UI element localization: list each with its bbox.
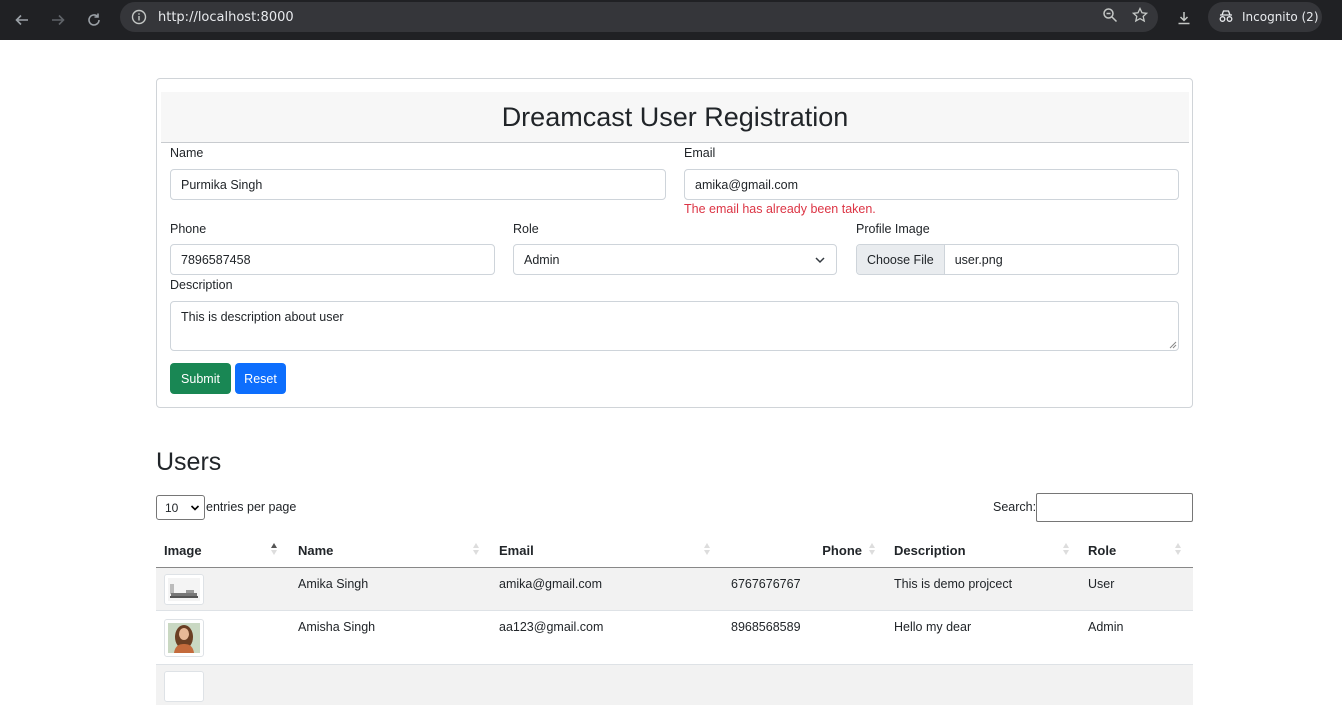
site-info-icon[interactable] xyxy=(124,9,154,25)
cell-phone: 6767676767 xyxy=(731,577,801,591)
cell-phone: 8968568589 xyxy=(731,620,801,634)
user-thumbnail xyxy=(164,574,204,605)
cell-description: Hello my dear xyxy=(894,620,972,634)
cell-email: amika@gmail.com xyxy=(499,577,602,591)
column-label: Email xyxy=(499,542,534,558)
phone-input[interactable]: 7896587458 xyxy=(170,244,495,275)
chevron-down-icon xyxy=(190,505,200,511)
cell-name: Amika Singh xyxy=(298,577,369,591)
description-textarea[interactable]: This is description about user xyxy=(170,301,1179,351)
column-header-role[interactable]: Role xyxy=(1088,533,1186,567)
thumbnail-landscape-icon xyxy=(168,578,200,601)
email-value: amika@gmail.com xyxy=(695,177,798,192)
column-label: Description xyxy=(894,542,966,558)
url-text: http://localhost:8000 xyxy=(158,9,294,25)
page-title: Dreamcast User Registration xyxy=(501,101,849,132)
column-label: Phone xyxy=(822,542,862,558)
cell-role: User xyxy=(1088,577,1115,591)
sort-icon xyxy=(473,543,479,555)
email-label: Email xyxy=(684,146,716,160)
profile-image-input[interactable]: Choose File user.png xyxy=(856,244,1179,275)
cell-name: Amisha Singh xyxy=(298,620,376,634)
name-input[interactable]: Purmika Singh xyxy=(170,169,666,200)
browser-toolbar: http://localhost:8000 Incognito (2) xyxy=(0,0,1342,40)
sort-icon xyxy=(869,543,875,555)
incognito-badge[interactable]: Incognito (2) xyxy=(1208,2,1322,32)
cell-email: aa123@gmail.com xyxy=(499,620,604,634)
column-header-email[interactable]: Email xyxy=(499,533,714,567)
description-value: This is description about user xyxy=(181,310,344,324)
sort-asc-icon xyxy=(271,543,277,555)
cell-description: This is demo projcect xyxy=(894,577,1013,591)
user-thumbnail xyxy=(164,671,204,702)
entries-per-page-select[interactable]: 10 xyxy=(156,495,205,520)
table-row[interactable]: Amisha Singh aa123@gmail.com 8968568589 … xyxy=(156,611,1193,665)
file-name: user.png xyxy=(954,252,1003,267)
sort-icon xyxy=(1063,543,1069,555)
column-label: Name xyxy=(298,542,334,558)
resize-grip-icon[interactable] xyxy=(1169,341,1177,349)
zoom-icon[interactable] xyxy=(1102,7,1118,27)
users-heading: Users xyxy=(156,448,222,476)
role-value: Admin xyxy=(524,252,560,267)
column-label: Role xyxy=(1088,542,1117,558)
choose-file-button[interactable]: Choose File xyxy=(857,245,945,274)
name-label: Name xyxy=(170,146,204,160)
column-header-phone[interactable]: Phone xyxy=(730,533,880,567)
column-header-description[interactable]: Description xyxy=(894,533,1074,567)
registration-card: Dreamcast User Registration Name Purmika… xyxy=(156,78,1193,408)
submit-button[interactable]: Submit xyxy=(170,363,231,394)
role-select[interactable]: Admin xyxy=(513,244,837,275)
table-row[interactable] xyxy=(156,665,1193,705)
per-page-label: entries per page xyxy=(206,500,297,514)
description-label: Description xyxy=(170,278,233,292)
sort-icon xyxy=(1175,543,1181,555)
name-value: Purmika Singh xyxy=(181,177,263,192)
email-input[interactable]: amika@gmail.com xyxy=(684,169,1179,200)
column-header-image[interactable]: Image xyxy=(164,533,282,567)
reset-button[interactable]: Reset xyxy=(235,363,286,394)
download-icon[interactable] xyxy=(1172,6,1196,30)
role-label: Role xyxy=(513,222,539,236)
search-label: Search: xyxy=(993,500,1037,514)
card-header: Dreamcast User Registration xyxy=(161,92,1189,143)
forward-icon[interactable] xyxy=(40,4,76,36)
address-bar[interactable]: http://localhost:8000 xyxy=(120,2,1158,32)
sort-icon xyxy=(704,543,710,555)
back-icon[interactable] xyxy=(4,4,40,36)
thumbnail-portrait-icon xyxy=(168,623,200,653)
email-error: The email has already been taken. xyxy=(684,202,876,216)
bookmark-star-icon[interactable] xyxy=(1131,6,1149,27)
table-row[interactable]: Amika Singh amika@gmail.com 6767676767 T… xyxy=(156,568,1193,611)
phone-value: 7896587458 xyxy=(181,252,251,267)
reload-icon[interactable] xyxy=(76,4,112,36)
incognito-icon xyxy=(1218,9,1234,26)
phone-label: Phone xyxy=(170,222,207,236)
user-thumbnail xyxy=(164,619,204,657)
search-input[interactable] xyxy=(1036,493,1193,522)
column-label: Image xyxy=(164,542,202,558)
chevron-down-icon xyxy=(815,257,825,264)
cell-role: Admin xyxy=(1088,620,1124,634)
column-header-name[interactable]: Name xyxy=(298,533,483,567)
incognito-label: Incognito (2) xyxy=(1242,10,1319,24)
profile-image-label: Profile Image xyxy=(856,222,930,236)
per-page-value: 10 xyxy=(165,500,179,515)
